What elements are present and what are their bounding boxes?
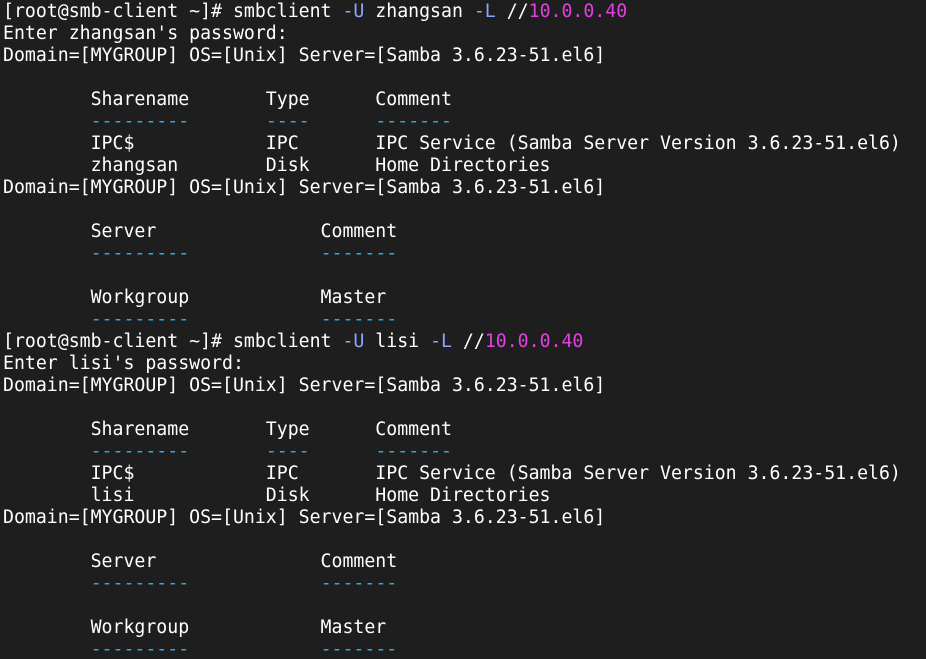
terminal-text-default xyxy=(3,639,91,659)
terminal-text-rule: ---- xyxy=(265,111,310,132)
terminal-line: Sharename Type Comment xyxy=(3,89,452,111)
terminal-text-default: lisi Disk Home Directories xyxy=(3,485,551,506)
terminal-text-default xyxy=(189,111,266,132)
terminal-text-default xyxy=(189,309,320,330)
terminal-line: --------- ------- xyxy=(3,309,398,331)
terminal-line: Workgroup Master xyxy=(3,287,387,309)
terminal-line: Server Comment xyxy=(3,551,398,573)
terminal-text-default: zhangsan Disk Home Directories xyxy=(3,155,551,176)
terminal-line: Server Comment xyxy=(3,221,398,243)
terminal-text-default: Domain=[MYGROUP] OS=[Unix] Server=[Samba… xyxy=(3,45,606,66)
terminal-text-default: IPC$ IPC IPC Service (Samba Server Versi… xyxy=(3,133,901,154)
terminal-text-default: Domain=[MYGROUP] OS=[Unix] Server=[Samba… xyxy=(3,507,606,528)
terminal-line: --------- ---- ------- xyxy=(3,111,452,133)
terminal-line: Enter zhangsan's password: xyxy=(3,23,288,45)
terminal-text-default: Workgroup Master xyxy=(3,617,387,638)
terminal-text-default xyxy=(189,573,320,594)
terminal-text-ip: 10.0.0.40 xyxy=(528,1,628,22)
terminal-text-rule: ------- xyxy=(320,309,398,330)
terminal-line: [root@smb-client ~]# smbclient -U zhangs… xyxy=(3,1,627,23)
terminal-text-default: IPC$ IPC IPC Service (Samba Server Versi… xyxy=(3,463,901,484)
terminal-text-rule: --------- xyxy=(90,309,190,330)
terminal-text-default xyxy=(3,573,91,594)
terminal-line: Enter lisi's password: xyxy=(3,353,244,375)
terminal-line: --------- ---- ------- xyxy=(3,441,452,463)
terminal-line: Domain=[MYGROUP] OS=[Unix] Server=[Samba… xyxy=(3,375,605,397)
terminal-text-default: Enter lisi's password: xyxy=(3,353,244,374)
terminal-text-default xyxy=(3,243,91,264)
terminal-text-default xyxy=(189,441,266,462)
terminal-line: Domain=[MYGROUP] OS=[Unix] Server=[Samba… xyxy=(3,45,605,67)
terminal-line: zhangsan Disk Home Directories xyxy=(3,155,551,177)
terminal-text-rule: --------- xyxy=(90,573,190,594)
terminal-text-default: [root@smb-client ~]# smbclient xyxy=(3,1,343,22)
terminal-line: IPC$ IPC IPC Service (Samba Server Versi… xyxy=(3,133,901,155)
terminal-line: Workgroup Master xyxy=(3,617,387,639)
terminal-text-default: lisi xyxy=(364,331,431,352)
terminal-text-rule: ------- xyxy=(375,111,452,132)
terminal-line: [root@smb-client ~]# smbclient -U lisi -… xyxy=(3,331,583,353)
terminal-text-rule: --------- xyxy=(90,639,190,659)
terminal-text-rule: --------- xyxy=(90,441,190,462)
terminal-window[interactable]: [root@smb-client ~]# smbclient -U zhangs… xyxy=(0,0,926,659)
terminal-text-rule: --------- xyxy=(90,111,190,132)
terminal-text-default: Sharename Type Comment xyxy=(3,89,452,110)
terminal-text-rule: ------- xyxy=(320,573,398,594)
terminal-line: --------- ------- xyxy=(3,639,398,659)
terminal-line: --------- ------- xyxy=(3,243,398,265)
terminal-text-ip: 10.0.0.40 xyxy=(484,331,584,352)
terminal-text-default: [root@smb-client ~]# smbclient xyxy=(3,331,343,352)
terminal-text-default: Sharename Type Comment xyxy=(3,419,452,440)
terminal-text-default: zhangsan xyxy=(364,1,474,22)
terminal-line: Domain=[MYGROUP] OS=[Unix] Server=[Samba… xyxy=(3,507,605,529)
terminal-text-flag: -L xyxy=(430,331,452,352)
terminal-line: IPC$ IPC IPC Service (Samba Server Versi… xyxy=(3,463,901,485)
terminal-text-default: // xyxy=(495,1,529,22)
terminal-text-rule: ------- xyxy=(320,639,398,659)
terminal-text-rule: --------- xyxy=(90,243,190,264)
terminal-line: lisi Disk Home Directories xyxy=(3,485,551,507)
terminal-text-default: Enter zhangsan's password: xyxy=(3,23,288,44)
terminal-text-default: Workgroup Master xyxy=(3,287,387,308)
terminal-text-flag: -L xyxy=(473,1,496,22)
terminal-line: Domain=[MYGROUP] OS=[Unix] Server=[Samba… xyxy=(3,177,605,199)
terminal-text-default: Server Comment xyxy=(3,551,398,572)
terminal-line: Sharename Type Comment xyxy=(3,419,452,441)
terminal-text-default: // xyxy=(451,331,485,352)
terminal-text-flag: -U xyxy=(342,331,365,352)
terminal-text-default xyxy=(189,243,320,264)
terminal-text-default xyxy=(3,441,91,462)
terminal-text-rule: ------- xyxy=(375,441,452,462)
terminal-text-rule: ---- xyxy=(265,441,310,462)
terminal-text-default: Domain=[MYGROUP] OS=[Unix] Server=[Samba… xyxy=(3,177,606,198)
terminal-text-rule: ------- xyxy=(320,243,398,264)
terminal-text-flag: -U xyxy=(342,1,365,22)
terminal-text-default xyxy=(3,111,91,132)
terminal-text-default: Server Comment xyxy=(3,221,398,242)
terminal-text-default xyxy=(310,111,376,132)
terminal-line: --------- ------- xyxy=(3,573,398,595)
terminal-text-default: Domain=[MYGROUP] OS=[Unix] Server=[Samba… xyxy=(3,375,606,396)
terminal-text-default xyxy=(310,441,376,462)
terminal-text-default xyxy=(189,639,320,659)
terminal-text-default xyxy=(3,309,91,330)
